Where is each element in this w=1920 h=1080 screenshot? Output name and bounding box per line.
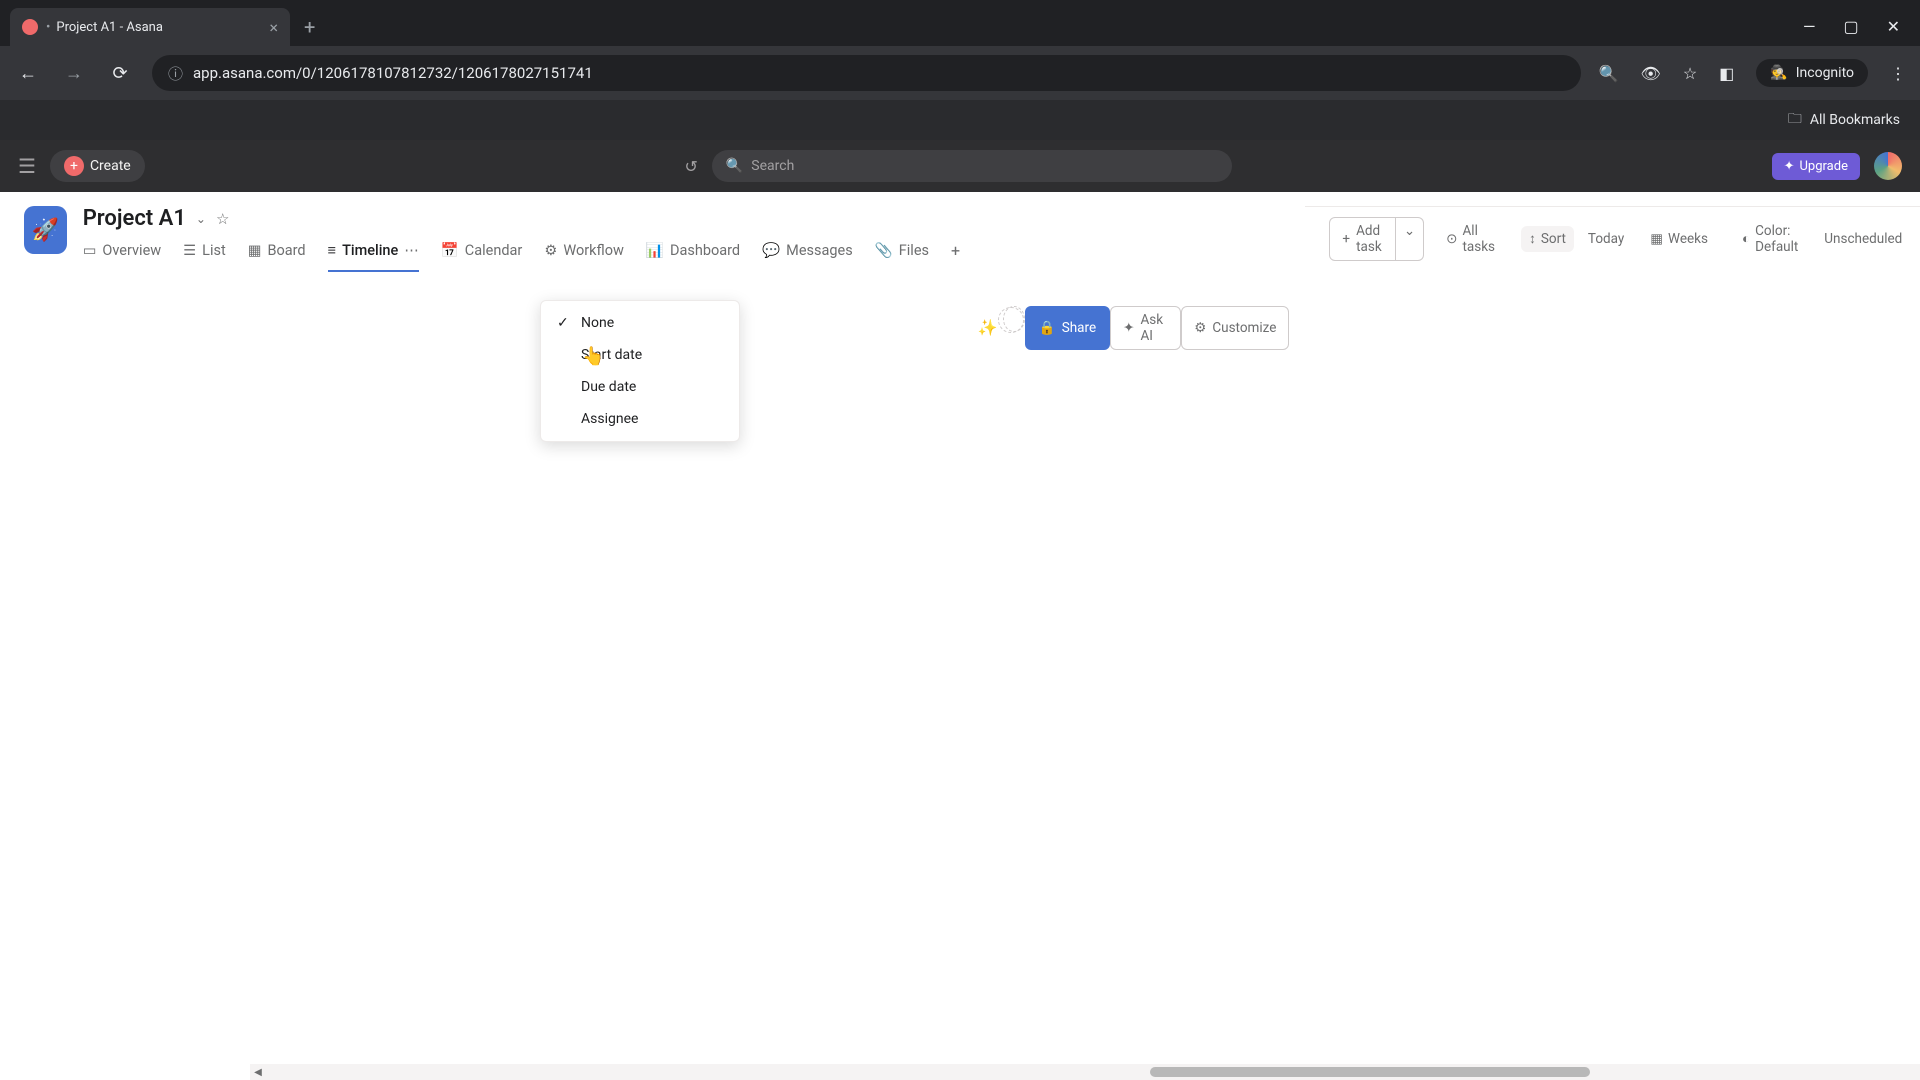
palette-icon: ◐ <box>1742 231 1750 247</box>
hamburger-icon[interactable]: ☰ <box>18 154 36 178</box>
calendar-icon: ▦ <box>1650 231 1663 247</box>
window-controls: — ▢ ✕ <box>1803 17 1920 46</box>
scroll-left-arrow[interactable]: ◀ <box>250 1067 266 1078</box>
project-title[interactable]: Project A1 <box>83 206 186 231</box>
address-bar[interactable]: ⓘ app.asana.com/0/1206178107812732/12061… <box>152 55 1581 91</box>
browser-tab[interactable]: • Project A1 - Asana × <box>10 8 290 46</box>
tab-messages[interactable]: 💬Messages <box>762 241 853 272</box>
side-panel-icon[interactable]: ◧ <box>1719 64 1734 83</box>
sort-option-none[interactable]: ✓None <box>541 307 739 339</box>
add-tab-button[interactable]: + <box>951 241 960 272</box>
plus-icon: + <box>951 241 960 260</box>
tab-dashboard[interactable]: 📊Dashboard <box>646 241 740 272</box>
incognito-badge[interactable]: 🕵 Incognito <box>1756 59 1868 87</box>
url-text: app.asana.com/0/1206178107812732/1206178… <box>193 64 593 82</box>
search-bar[interactable]: 🔍 Search <box>712 150 1232 182</box>
app-header: ☰ + Create ↺ 🔍 Search ✦ Upgrade <box>0 140 1920 192</box>
reload-button[interactable]: ⟳ <box>106 63 134 84</box>
sort-button[interactable]: ↕ Sort <box>1521 226 1574 252</box>
ai-sparkle-icon[interactable]: ✨ <box>976 316 999 340</box>
content-area: 🚀 Project A1 ⌄ ☆ ▭Overview ☰List ▦Board ≡Ti… <box>0 192 1920 1080</box>
sort-option-start-date[interactable]: Start date <box>541 339 739 371</box>
horizontal-scrollbar[interactable]: ◀ ▶ <box>250 1064 1920 1080</box>
scroll-thumb[interactable] <box>1150 1067 1590 1077</box>
check-icon: ✓ <box>557 315 571 331</box>
tab-list[interactable]: ☰List <box>183 241 226 272</box>
star-icon[interactable]: ☆ <box>216 210 229 228</box>
tab-icon: ≡ <box>328 242 336 259</box>
incognito-icon: 🕵 <box>1770 65 1787 81</box>
tab-icon: 📅 <box>441 242 459 259</box>
tab-icon: 💬 <box>762 242 780 259</box>
sort-dropdown-menu: ✓NoneStart dateDue dateAssignee <box>540 300 740 442</box>
weeks-selector[interactable]: ▦ Weeks <box>1642 226 1716 252</box>
bookmark-star-icon[interactable]: ☆ <box>1683 64 1697 83</box>
all-tasks-filter[interactable]: ⊙ All tasks <box>1438 218 1507 260</box>
tab-icon: ▭ <box>83 242 97 259</box>
tab-calendar[interactable]: 📅Calendar <box>441 241 523 272</box>
sparkle-icon: ✦ <box>1784 159 1795 174</box>
minimize-icon[interactable]: — <box>1803 17 1816 36</box>
ask-ai-button[interactable]: ✦ Ask AI <box>1110 306 1181 350</box>
history-icon[interactable]: ↺ <box>684 157 697 176</box>
search-icon: 🔍 <box>726 158 743 174</box>
add-task-button[interactable]: + Add task <box>1329 217 1395 261</box>
tab-files[interactable]: 📎Files <box>875 241 929 272</box>
all-bookmarks-button[interactable]: All Bookmarks <box>1810 112 1900 128</box>
customize-button[interactable]: ⚙ Customize <box>1181 306 1289 350</box>
site-info-icon[interactable]: ⓘ <box>168 63 183 84</box>
tab-timeline[interactable]: ≡Timeline ⋯ <box>328 241 419 272</box>
folder-icon: 🗀 <box>1788 108 1802 132</box>
sort-icon: ↕ <box>1529 231 1536 247</box>
browser-menu-icon[interactable]: ⋮ <box>1890 64 1906 83</box>
sparkle-icon: ✦ <box>1123 320 1134 336</box>
browser-toolbar: ← → ⟳ ⓘ app.asana.com/0/1206178107812732… <box>0 46 1920 100</box>
tab-icon: ⚙ <box>544 242 557 259</box>
share-button[interactable]: 🔒 Share <box>1025 306 1110 350</box>
maximize-icon[interactable]: ▢ <box>1843 17 1858 36</box>
tab-title: Project A1 - Asana <box>56 20 163 35</box>
project-tabs: ▭Overview ☰List ▦Board ≡Timeline ⋯ 📅Calendar… <box>83 231 960 272</box>
tab-overview[interactable]: ▭Overview <box>83 241 161 272</box>
tab-icon: ☰ <box>183 242 196 259</box>
chevron-down-icon[interactable]: ⌄ <box>196 212 206 226</box>
new-tab-button[interactable]: + <box>290 8 329 46</box>
hide-icon[interactable]: 👁 <box>1641 64 1661 83</box>
tab-icon: 📊 <box>646 242 664 259</box>
browser-tab-strip: • Project A1 - Asana × + — ▢ ✕ <box>0 0 1920 46</box>
tab-workflow[interactable]: ⚙Workflow <box>544 241 624 272</box>
people-stack[interactable]: 🔒 Share ✦ Ask AI ⚙ Customize <box>1009 306 1290 350</box>
color-selector[interactable]: ◐ Color: Default <box>1734 218 1806 260</box>
today-button[interactable]: Today <box>1588 231 1624 247</box>
filter-bar: + Add task ⌄ ⊙ All tasks ↕ Sort Today ▦ … <box>1305 206 1920 271</box>
unscheduled-button[interactable]: Unscheduled <box>1824 231 1902 247</box>
forward-button: → <box>60 63 88 84</box>
close-tab-icon[interactable]: × <box>269 18 278 37</box>
tab-more-icon[interactable]: ⋯ <box>404 242 419 259</box>
close-window-icon[interactable]: ✕ <box>1887 17 1900 36</box>
create-button[interactable]: + Create <box>50 150 145 182</box>
tab-board[interactable]: ▦Board <box>248 241 306 272</box>
back-button[interactable]: ← <box>14 63 42 84</box>
sort-option-due-date[interactable]: Due date <box>541 371 739 403</box>
tab-favicon <box>22 19 38 35</box>
filter-icon: ⊙ <box>1446 231 1457 247</box>
tab-icon: 📎 <box>875 242 893 259</box>
upgrade-button[interactable]: ✦ Upgrade <box>1772 153 1860 180</box>
sort-option-assignee[interactable]: Assignee <box>541 403 739 435</box>
project-icon[interactable]: 🚀 <box>24 206 67 254</box>
user-avatar[interactable] <box>1874 152 1902 180</box>
sliders-icon: ⚙ <box>1194 320 1206 336</box>
zoom-icon[interactable]: 🔍 <box>1599 64 1619 83</box>
bookmarks-bar: 🗀 All Bookmarks <box>0 100 1920 140</box>
add-task-dropdown[interactable]: ⌄ <box>1396 217 1424 261</box>
project-header: 🚀 Project A1 ⌄ ☆ ▭Overview ☰List ▦Board ≡Ti… <box>0 192 1920 449</box>
plus-icon: + <box>1342 231 1350 247</box>
lock-icon: 🔒 <box>1039 320 1056 336</box>
plus-icon: + <box>64 156 84 176</box>
search-placeholder: Search <box>751 158 794 174</box>
tab-icon: ▦ <box>248 242 262 259</box>
